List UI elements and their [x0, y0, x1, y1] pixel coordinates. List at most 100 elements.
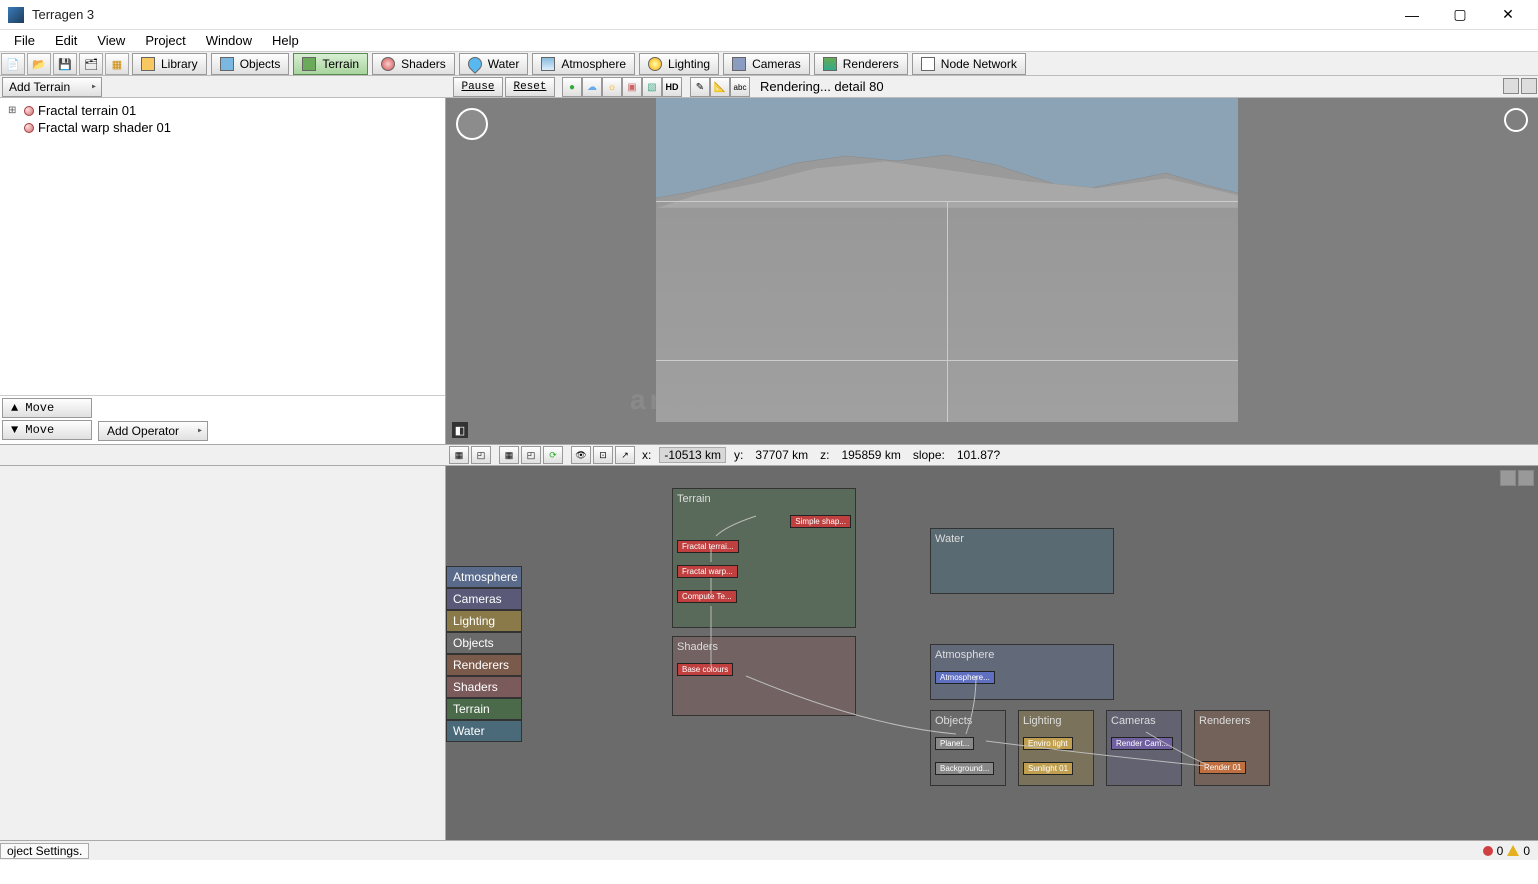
node-simple-shape[interactable]: Simple shap... [790, 515, 851, 528]
viewport-mode-icon[interactable]: ◧ [452, 422, 468, 438]
status-message: oject Settings. [0, 843, 89, 859]
node-fractal-warp[interactable]: Fractal warp... [677, 565, 738, 578]
group-water[interactable]: Water [930, 528, 1114, 594]
group-shaders[interactable]: Shaders Base colours [672, 636, 856, 716]
tab-terrain[interactable]: Terrain [293, 53, 368, 75]
coord-z-value: 195859 km [835, 448, 906, 462]
hd-icon[interactable]: HD [662, 77, 682, 97]
lighting-icon [648, 57, 662, 71]
save-clip-icon[interactable]: 🗂 [79, 53, 103, 75]
brush-icon[interactable]: ✎ [690, 77, 710, 97]
tab-objects[interactable]: Objects [211, 53, 290, 75]
cat-terrain[interactable]: Terrain [446, 698, 522, 720]
tab-shaders[interactable]: Shaders [372, 53, 455, 75]
orientation-icon[interactable] [1504, 108, 1528, 132]
object-tree[interactable]: ⊞ Fractal terrain 01 Fractal warp shader… [0, 98, 445, 395]
image-icon[interactable]: ▧ [642, 77, 662, 97]
cat-objects[interactable]: Objects [446, 632, 522, 654]
move-up-button[interactable]: ▲ Move [2, 398, 92, 418]
viewport-expand-icon[interactable] [1521, 78, 1537, 94]
tree-item-fractal-warp: Fractal warp shader 01 [4, 119, 441, 136]
node-sunlight[interactable]: Sunlight 01 [1023, 762, 1073, 775]
coord-y-value: 37707 km [749, 448, 814, 462]
node-panel-split-icon[interactable] [1500, 470, 1516, 486]
vp-tool-3-icon[interactable]: ▦ [499, 446, 519, 464]
coord-x-label: x: [636, 448, 657, 462]
tab-node-network[interactable]: Node Network [912, 53, 1026, 75]
cat-atmosphere[interactable]: Atmosphere [446, 566, 522, 588]
compass-icon[interactable] [456, 108, 488, 140]
vp-tool-2-icon[interactable]: ◰ [471, 446, 491, 464]
node-enviro-light[interactable]: Enviro light [1023, 737, 1073, 750]
sun-icon[interactable]: ☼ [602, 77, 622, 97]
viewport-statusbar: ▦ ◰ ▦ ◰ ⟳ 👁 ⊡ ↗ x: -10513 km y: 37707 km… [0, 444, 1538, 466]
node-fractal-terrain[interactable]: Fractal terrai... [677, 540, 739, 553]
node-render-camera[interactable]: Render Cam... [1111, 737, 1173, 750]
vp-tool-1-icon[interactable]: ▦ [449, 446, 469, 464]
save-file-icon[interactable]: 💾 [53, 53, 77, 75]
viewport-split-icon[interactable] [1503, 78, 1519, 94]
minimize-button[interactable]: — [1390, 1, 1434, 29]
sphere-icon[interactable]: ● [562, 77, 582, 97]
tab-cameras[interactable]: Cameras [723, 53, 810, 75]
add-operator-dropdown[interactable]: Add Operator [98, 421, 208, 441]
tab-water[interactable]: Water [459, 53, 529, 75]
menu-edit[interactable]: Edit [45, 31, 87, 50]
vp-tool-5-icon[interactable]: ⟳ [543, 446, 563, 464]
node-planet[interactable]: Planet... [935, 737, 974, 750]
menu-window[interactable]: Window [196, 31, 262, 50]
expand-icon[interactable]: ⊞ [8, 105, 20, 116]
cat-cameras[interactable]: Cameras [446, 588, 522, 610]
tab-library[interactable]: Library [132, 53, 207, 75]
tab-lighting[interactable]: Lighting [639, 53, 719, 75]
group-lighting[interactable]: Lighting Enviro light Sunlight 01 [1018, 710, 1094, 786]
error-icon[interactable] [1483, 846, 1493, 856]
close-button[interactable]: ✕ [1486, 1, 1530, 29]
group-objects[interactable]: Objects Planet... Background... [930, 710, 1006, 786]
cloud-icon[interactable]: ☁ [582, 77, 602, 97]
maximize-button[interactable]: ▢ [1438, 1, 1482, 29]
abc-icon[interactable]: abc [730, 77, 750, 97]
cat-shaders[interactable]: Shaders [446, 676, 522, 698]
menu-help[interactable]: Help [262, 31, 309, 50]
pause-button[interactable]: Pause [453, 77, 503, 97]
move-down-button[interactable]: ▼ Move [2, 420, 92, 440]
vp-target-icon[interactable]: ⊡ [593, 446, 613, 464]
add-terrain-dropdown[interactable]: Add Terrain [2, 77, 102, 97]
new-file-icon[interactable]: 📄 [1, 53, 25, 75]
menu-view[interactable]: View [87, 31, 135, 50]
tab-renderers[interactable]: Renderers [814, 53, 908, 75]
group-terrain[interactable]: Terrain Simple shap... Fractal terrai...… [672, 488, 856, 628]
node-base-colours[interactable]: Base colours [677, 663, 733, 676]
node-background[interactable]: Background... [935, 762, 994, 775]
cat-water[interactable]: Water [446, 720, 522, 742]
node-compute-terrain[interactable]: Compute Te... [677, 590, 737, 603]
menu-project[interactable]: Project [135, 31, 195, 50]
open-file-icon[interactable]: 📂 [27, 53, 51, 75]
node-render-01[interactable]: Render 01 [1199, 761, 1246, 774]
group-cameras[interactable]: Cameras Render Cam... [1106, 710, 1182, 786]
tab-atmosphere[interactable]: Atmosphere [532, 53, 635, 75]
render-status: Rendering... detail 80 [750, 76, 1502, 97]
tab-bar: 📄 📂 💾 🗂 ▦ Library Objects Terrain Shader… [0, 52, 1538, 76]
node-network-panel[interactable]: Atmosphere Cameras Lighting Objects Rend… [446, 466, 1538, 840]
warning-icon[interactable] [1507, 845, 1519, 856]
menu-file[interactable]: File [4, 31, 45, 50]
box-icon[interactable]: ▣ [622, 77, 642, 97]
group-atmosphere[interactable]: Atmosphere Atmosphere... [930, 644, 1114, 700]
node-atmosphere[interactable]: Atmosphere... [935, 671, 995, 684]
group-renderers[interactable]: Renderers Render 01 [1194, 710, 1270, 786]
node-category-sidebar: Atmosphere Cameras Lighting Objects Rend… [446, 566, 522, 742]
cat-renderers[interactable]: Renderers [446, 654, 522, 676]
grid-icon[interactable]: ▦ [105, 53, 129, 75]
render-viewport[interactable]: ◧ [446, 98, 1538, 444]
measure-icon[interactable]: 📐 [710, 77, 730, 97]
node-panel-expand-icon[interactable] [1518, 470, 1534, 486]
vp-eye-icon[interactable]: 👁 [571, 446, 591, 464]
vp-move-icon[interactable]: ↗ [615, 446, 635, 464]
vp-tool-4-icon[interactable]: ◰ [521, 446, 541, 464]
cat-lighting[interactable]: Lighting [446, 610, 522, 632]
toolbar-row: Add Terrain Pause Reset ● ☁ ☼ ▣ ▧ HD ✎ 📐… [0, 76, 1538, 98]
node-network-icon [921, 57, 935, 71]
reset-button[interactable]: Reset [505, 77, 555, 97]
